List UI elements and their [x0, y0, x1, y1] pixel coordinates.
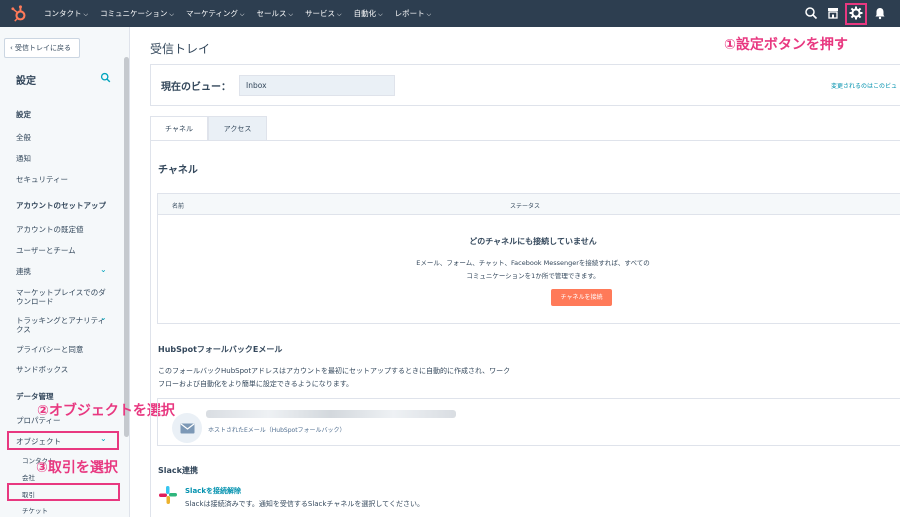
fallback-avatar: [172, 413, 202, 443]
nav-sales[interactable]: セールス ⌵: [256, 8, 293, 19]
hubspot-logo-icon[interactable]: [10, 4, 29, 23]
marketplace-icon[interactable]: [826, 6, 840, 20]
nav-label: レポート: [394, 9, 425, 18]
sidebar-item-users-teams[interactable]: ユーザーとチーム: [16, 246, 108, 255]
column-status-header[interactable]: ステータス: [510, 201, 540, 210]
sidebar-subitem-tickets[interactable]: チケット: [22, 505, 48, 515]
sidebar-subitem-companies[interactable]: 会社: [22, 472, 35, 482]
settings-highlight-box: [845, 3, 867, 25]
sidebar-item-notifications[interactable]: 通知: [16, 154, 108, 163]
nav-service[interactable]: サービス ⌵: [305, 8, 342, 19]
sidebar-item-privacy-consent[interactable]: プライバシーと同意: [16, 345, 108, 354]
nav-label: 自動化: [353, 9, 377, 18]
nav-automation[interactable]: 自動化 ⌵: [354, 8, 383, 19]
chevron-down-icon: ⌵: [288, 11, 294, 18]
chevron-down-icon[interactable]: ⌄: [100, 265, 107, 274]
column-name-header[interactable]: 名前: [172, 201, 184, 210]
slack-logo-icon: [159, 486, 177, 504]
chevron-down-icon: ⌵: [169, 11, 174, 18]
annotation-step1: ①設定ボタンを押す: [724, 37, 848, 53]
slack-section-title: Slack連携: [158, 466, 198, 475]
fallback-email-address-blurred: [206, 410, 456, 418]
chevron-down-icon: ⌵: [337, 11, 342, 18]
sidebar-item-marketplace-downloads[interactable]: マーケットプレイスでのダウンロード: [16, 288, 108, 306]
sidebar-item-account-defaults[interactable]: アカウントの既定値: [16, 225, 108, 234]
bell-icon[interactable]: [873, 6, 887, 20]
nav-contacts[interactable]: コンタクト ⌵: [44, 8, 88, 19]
current-view-field[interactable]: Inbox: [239, 75, 395, 96]
fallback-email-caption: ホストされたEメール（HubSpotフォールバック）: [208, 427, 346, 434]
sidebar-scrollbar[interactable]: [124, 57, 129, 437]
channels-table: 名前 ステータス どのチャネルにも接続していません Eメール、フォーム、チャット…: [157, 193, 900, 324]
sidebar-item-sandbox[interactable]: サンドボックス: [16, 365, 108, 374]
chevron-down-icon: ⌵: [426, 11, 432, 18]
slack-description: Slackは接続済みです。通知を受信するSlackチャネルを選択してください。: [185, 500, 424, 508]
connect-channel-button[interactable]: チャネルを接続: [551, 289, 612, 306]
sidebar-item-general[interactable]: 全般: [16, 133, 108, 142]
sidebar-item-integrations[interactable]: 連携: [16, 267, 108, 276]
view-note-link[interactable]: 変更されるのはこのビュ: [831, 81, 897, 90]
back-button-label: 受信トレイに戻る: [15, 44, 72, 52]
fallback-desc-line1: このフォールバックHubSpotアドレスはアカウントを最初にセットアップするとき…: [158, 367, 511, 375]
back-to-inbox-button[interactable]: ‹ 受信トレイに戻る: [4, 38, 80, 58]
tab-channels[interactable]: チャネル: [150, 116, 208, 141]
table-header: 名前 ステータス: [158, 194, 900, 215]
fallback-section-title: HubSpotフォールバックEメール: [158, 345, 283, 354]
search-icon[interactable]: [804, 6, 818, 20]
deals-highlight-box: [7, 483, 120, 501]
chevron-down-icon: ⌵: [83, 11, 89, 18]
objects-highlight-box: [7, 431, 119, 450]
current-view-label: 現在のビュー：: [161, 82, 231, 93]
fallback-email-card: ホストされたEメール（HubSpotフォールバック）: [157, 398, 900, 446]
empty-state-text-line2: コミュニケーションを1か所で管理できます。: [466, 272, 600, 280]
chevron-down-icon: ⌵: [378, 11, 383, 18]
nav-label: セールス: [256, 9, 287, 18]
channels-section-title: チャネル: [158, 165, 198, 176]
chevron-down-icon[interactable]: ⌄: [100, 313, 107, 322]
sidebar-item-security[interactable]: セキュリティー: [16, 175, 108, 184]
annotation-step3: ③取引を選択: [36, 460, 118, 476]
nav-label: コミュニケーション: [100, 9, 168, 18]
empty-state-text-line1: Eメール、フォーム、チャット、Facebook Messengerを接続すれば、…: [416, 259, 650, 267]
nav-marketing[interactable]: マーケティング ⌵: [186, 8, 244, 19]
nav-label: マーケティング: [185, 9, 238, 18]
tab-access[interactable]: アクセス: [208, 116, 267, 141]
sidebar-heading-account-setup: アカウントのセットアップ: [16, 201, 106, 210]
envelope-icon: [180, 423, 195, 434]
nav-label: コンタクト: [44, 9, 82, 18]
search-icon[interactable]: [100, 72, 111, 83]
nav-conversations[interactable]: コミュニケーション ⌵: [100, 8, 174, 19]
empty-state-title: どのチャネルにも接続していません: [469, 237, 597, 246]
nav-label: サービス: [305, 9, 336, 18]
top-navigation: コンタクト ⌵ コミュニケーション ⌵ マーケティング ⌵ セールス ⌵ サービス ⌵ 自…: [0, 0, 900, 27]
fallback-desc-line2: フローおよび自動化をより簡単に設定できるようになります。: [158, 380, 354, 388]
sidebar-item-tracking-analytics[interactable]: トラッキングとアナリティクス: [16, 316, 108, 334]
nav-reports[interactable]: レポート ⌵: [395, 8, 432, 19]
slack-disconnect-link[interactable]: Slackを接続解除: [185, 486, 241, 496]
chevron-down-icon: ⌵: [239, 11, 245, 18]
sidebar-title: 設定: [16, 76, 36, 87]
current-view-panel: 現在のビュー： Inbox 変更されるのはこのビュ: [150, 64, 900, 106]
main-menu: コンタクト ⌵ コミュニケーション ⌵ マーケティング ⌵ セールス ⌵ サービス ⌵ 自…: [44, 0, 443, 27]
sidebar-heading-settings: 設定: [16, 110, 31, 119]
page-title: 受信トレイ: [150, 42, 211, 56]
